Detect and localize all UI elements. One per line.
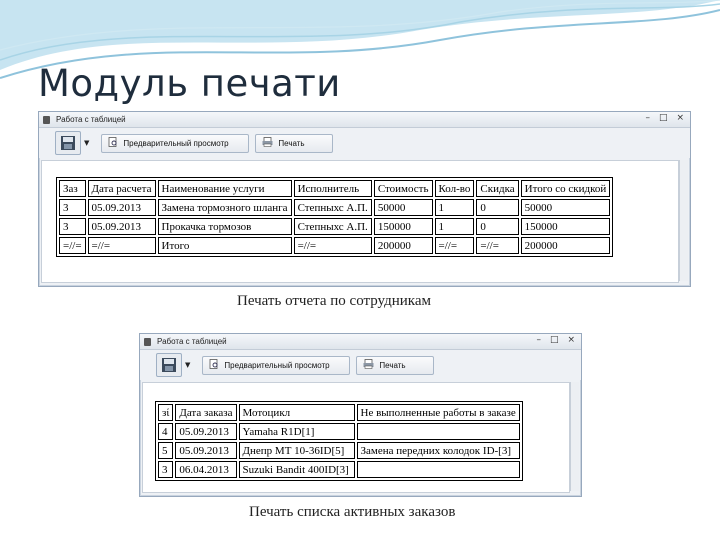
vertical-scrollbar[interactable] xyxy=(679,160,688,281)
maximize-button[interactable]: □ xyxy=(659,113,668,123)
save-icon xyxy=(61,136,75,150)
table-header-row: зί Дата заказа Мотоцикл Не выполненные р… xyxy=(158,404,520,421)
table-cell: Замена передних колодок ID-[3] xyxy=(356,442,520,459)
window-titlebar: Работа с таблицей – □ × xyxy=(39,112,690,128)
table-cell: Прокачка тормозов xyxy=(157,218,292,235)
table-cell: Suzuki Bandit 400ID[3] xyxy=(238,461,355,478)
column-header: Исполнитель xyxy=(293,180,372,197)
table-cell: Yamaha R1D[1] xyxy=(238,423,355,440)
window-titlebar: Работа с таблицей – □ × xyxy=(140,334,581,350)
toolbar: ▼ Предварительный просмотр Печать xyxy=(140,350,581,380)
table-total-row: =//= =//= Итого =//= 200000 =//= =//= 20… xyxy=(59,237,611,254)
column-header: Дата заказа xyxy=(175,404,237,421)
column-header: Стоимость xyxy=(373,180,433,197)
close-button[interactable]: × xyxy=(567,335,575,345)
window-title: Работа с таблицей xyxy=(157,337,227,346)
table-cell: 06.04.2013 xyxy=(175,461,237,478)
preview-icon xyxy=(108,137,118,149)
table-cell xyxy=(356,461,520,478)
table-cell: 05.09.2013 xyxy=(175,442,237,459)
column-header: Скидка xyxy=(476,180,519,197)
employee-report-table: Заз Дата расчета Наименование услуги Исп… xyxy=(56,177,614,257)
table-cell: Степныхс А.П. xyxy=(293,199,372,216)
table-cell: 5 xyxy=(158,442,174,459)
table-row: 4 05.09.2013 Yamaha R1D[1] xyxy=(158,423,520,440)
table-cell: 05.09.2013 xyxy=(87,218,156,235)
column-header: Дата расчета xyxy=(87,180,156,197)
toolbar: ▼ Предварительный просмотр Печать xyxy=(39,128,690,158)
table-row: 5 05.09.2013 Днепр МТ 10-36ID[5] Замена … xyxy=(158,442,520,459)
column-header: Не выполненные работы в заказе xyxy=(356,404,520,421)
table-cell: 0 xyxy=(476,199,519,216)
report-area: Заз Дата расчета Наименование услуги Исп… xyxy=(41,160,679,283)
caption-employee-report: Печать отчета по сотрудникам xyxy=(237,293,432,309)
column-header: Итого со скидкой xyxy=(520,180,611,197)
print-icon xyxy=(363,359,374,371)
column-header: Мотоцикл xyxy=(238,404,355,421)
table-cell: =//= xyxy=(476,237,519,254)
maximize-button[interactable]: □ xyxy=(550,335,559,345)
preview-label: Предварительный просмотр xyxy=(224,360,330,370)
table-row: 3 05.09.2013 Замена тормозного шланга Ст… xyxy=(59,199,611,216)
preview-icon xyxy=(209,359,219,371)
print-label: Печать xyxy=(278,138,305,148)
active-orders-table: зί Дата заказа Мотоцикл Не выполненные р… xyxy=(155,401,523,481)
table-cell: 50000 xyxy=(520,199,611,216)
chevron-down-icon[interactable]: ▼ xyxy=(185,361,190,369)
preview-label: Предварительный просмотр xyxy=(123,138,229,148)
table-cell: 200000 xyxy=(520,237,611,254)
table-cell: 50000 xyxy=(373,199,433,216)
table-cell: 3 xyxy=(158,461,174,478)
table-cell: 05.09.2013 xyxy=(87,199,156,216)
print-preview-button[interactable]: Предварительный просмотр xyxy=(101,133,250,153)
table-cell: =//= xyxy=(434,237,475,254)
print-preview-button[interactable]: Предварительный просмотр xyxy=(202,355,351,375)
column-header: Заз xyxy=(59,180,86,197)
column-header: Наименование услуги xyxy=(157,180,292,197)
column-header: зί xyxy=(158,404,174,421)
vertical-scrollbar[interactable] xyxy=(570,382,579,491)
table-row: 3 06.04.2013 Suzuki Bandit 400ID[3] xyxy=(158,461,520,478)
print-label: Печать xyxy=(379,360,406,370)
table-cell: Днепр МТ 10-36ID[5] xyxy=(238,442,355,459)
table-window-employees: Работа с таблицей – □ × ▼ Предварительны… xyxy=(38,111,691,287)
window-title: Работа с таблицей xyxy=(56,115,126,124)
table-cell: 3 xyxy=(59,199,86,216)
table-cell: =//= xyxy=(87,237,156,254)
table-row: 3 05.09.2013 Прокачка тормозов Степныхс … xyxy=(59,218,611,235)
save-button[interactable] xyxy=(156,353,182,377)
report-area: зί Дата заказа Мотоцикл Не выполненные р… xyxy=(142,382,570,493)
table-cell: Итого xyxy=(157,237,292,254)
table-cell: =//= xyxy=(59,237,86,254)
table-cell: 150000 xyxy=(373,218,433,235)
print-button[interactable]: Печать xyxy=(356,355,435,375)
table-header-row: Заз Дата расчета Наименование услуги Исп… xyxy=(59,180,611,197)
table-cell: 200000 xyxy=(373,237,433,254)
chevron-down-icon[interactable]: ▼ xyxy=(84,139,89,147)
table-cell: Замена тормозного шланга xyxy=(157,199,292,216)
table-cell xyxy=(356,423,520,440)
app-icon xyxy=(43,115,50,124)
print-icon xyxy=(262,137,273,149)
column-header: Кол-во xyxy=(434,180,475,197)
minimize-button[interactable]: – xyxy=(645,113,650,123)
slide-title: Модуль печати xyxy=(38,62,341,105)
print-button[interactable]: Печать xyxy=(255,133,334,153)
table-cell: 0 xyxy=(476,218,519,235)
minimize-button[interactable]: – xyxy=(536,335,541,345)
caption-active-orders: Печать списка активных заказов xyxy=(249,504,456,520)
table-cell: 1 xyxy=(434,218,475,235)
table-cell: Степныхс А.П. xyxy=(293,218,372,235)
table-cell: 3 xyxy=(59,218,86,235)
app-icon xyxy=(144,337,151,346)
table-cell: 1 xyxy=(434,199,475,216)
save-icon xyxy=(162,358,176,372)
table-window-orders: Работа с таблицей – □ × ▼ Предварительны… xyxy=(139,333,582,497)
table-cell: 4 xyxy=(158,423,174,440)
save-button[interactable] xyxy=(55,131,81,155)
table-cell: 150000 xyxy=(520,218,611,235)
table-cell: 05.09.2013 xyxy=(175,423,237,440)
table-cell: =//= xyxy=(293,237,372,254)
close-button[interactable]: × xyxy=(676,113,684,123)
